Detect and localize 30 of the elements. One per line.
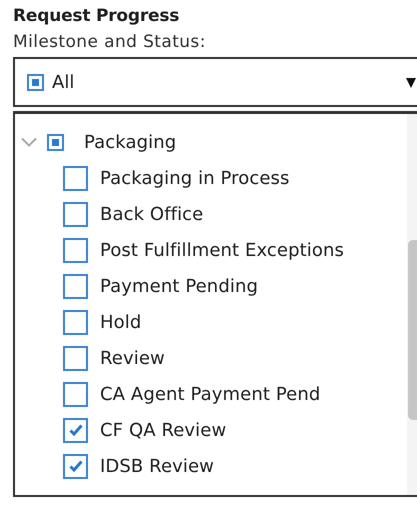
- tree-item-label[interactable]: Payment Pending: [100, 276, 258, 296]
- tree-item-label[interactable]: Hold: [100, 312, 142, 332]
- check-icon: [68, 424, 82, 436]
- checkbox[interactable]: [63, 310, 88, 334]
- tree-item-label[interactable]: IDSB Review: [100, 456, 214, 476]
- checkbox[interactable]: [27, 74, 44, 90]
- checkbox[interactable]: [47, 134, 64, 150]
- scrollbar-thumb[interactable]: [408, 240, 417, 420]
- checkbox[interactable]: [63, 346, 88, 370]
- section-title: Request Progress: [13, 6, 180, 26]
- checkbox[interactable]: [63, 274, 88, 298]
- milestone-dropdown[interactable]: All: [13, 57, 417, 107]
- scrollbar[interactable]: [407, 114, 417, 495]
- tree-item-label[interactable]: CA Agent Payment Pend: [100, 384, 320, 404]
- checkbox[interactable]: [63, 418, 88, 442]
- field-label: Milestone and Status:: [13, 32, 206, 52]
- checkbox[interactable]: [63, 454, 88, 478]
- checkbox[interactable]: [63, 238, 88, 262]
- checkbox[interactable]: [63, 166, 88, 190]
- tree-item-label[interactable]: Back Office: [100, 204, 204, 224]
- tree-item-label[interactable]: Packaging: [84, 132, 176, 152]
- tree-item-label[interactable]: Review: [100, 348, 165, 368]
- checkbox[interactable]: [63, 202, 88, 226]
- dropdown-value: All: [52, 72, 74, 92]
- checkbox[interactable]: [63, 382, 88, 406]
- tree-item-label[interactable]: CF QA Review: [100, 420, 226, 440]
- check-icon: [68, 460, 82, 472]
- tree-item-label[interactable]: Post Fulfillment Exceptions: [100, 240, 344, 260]
- chevron-down-icon[interactable]: [21, 137, 37, 147]
- tree-item-label[interactable]: Packaging in Process: [100, 168, 290, 188]
